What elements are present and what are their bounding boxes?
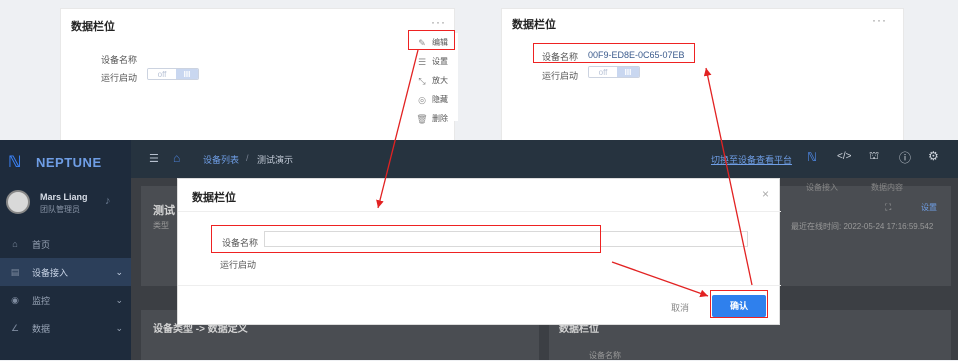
menu-item-delete[interactable]: 🗑 删除: [412, 109, 458, 128]
breadcrumb-item-current: 测试演示: [257, 155, 294, 165]
device-name-label: 设备名称: [101, 55, 138, 65]
right-card: 数据栏位 ··· 设备名称 00F9-ED8E-0C65-07EB 运行启动 o…: [501, 8, 904, 142]
device-icon: ▤: [10, 266, 20, 277]
toggle-on-label: III: [176, 69, 198, 79]
bg-tab-data-content[interactable]: 数据内容: [871, 182, 903, 193]
info-icon[interactable]: ⓘ: [899, 149, 911, 166]
annotation-edit-highlight: [408, 30, 455, 50]
sidebar-item-label: 设备接入: [32, 267, 69, 278]
bg-settings-link[interactable]: 设置: [921, 202, 937, 213]
logo-icon: ℕ: [8, 154, 22, 171]
bg-title: 测试: [153, 205, 175, 217]
data-icon: ∠: [10, 322, 20, 333]
run-start-label: 运行启动: [542, 71, 579, 81]
chevron-down-icon: ⌄: [115, 294, 123, 305]
left-card-title: 数据栏位: [71, 21, 115, 33]
delete-icon: 🗑: [416, 113, 428, 124]
user-name: Mars Liang: [40, 192, 88, 202]
app-logo: NEPTUNE: [36, 155, 102, 170]
annotation-device-name-highlight: [533, 43, 695, 63]
run-start-label: 运行启动: [220, 260, 257, 270]
hide-icon: ◎: [418, 94, 426, 105]
annotation-confirm-highlight: [710, 290, 768, 318]
bg-online-time: 最近在线时间: 2022-05-24 17:16:59.542: [791, 222, 934, 231]
gear-icon[interactable]: ⚙: [928, 149, 939, 163]
neptune-icon[interactable]: ℕ: [807, 150, 817, 164]
annotation-modal-input-highlight: [211, 225, 601, 253]
sidebar: ℕ NEPTUNE Mars Liang 团队管理员 ♪ ⌂ 首页 ▤ 设备接入…: [0, 140, 131, 360]
home-icon[interactable]: ⌂: [173, 151, 180, 165]
bg-expand-icon[interactable]: ⛶: [885, 202, 891, 213]
bell-icon[interactable]: ♪: [105, 195, 111, 207]
more-icon[interactable]: ···: [431, 15, 446, 29]
run-start-label: 运行启动: [101, 73, 138, 83]
sidebar-item-monitor[interactable]: ◉ 监控 ⌄: [0, 286, 131, 314]
toggle-off-label: off: [589, 67, 617, 77]
run-start-toggle[interactable]: off III: [147, 68, 199, 80]
toggle-off-label: off: [148, 69, 176, 79]
sidebar-item-label: 首页: [32, 239, 51, 250]
sidebar-item-label: 数据: [32, 323, 51, 334]
modal-divider: [178, 211, 781, 212]
code-icon[interactable]: </>: [837, 151, 851, 162]
shop-icon[interactable]: ⛫: [869, 150, 879, 164]
user-role: 团队管理员: [40, 205, 80, 214]
breadcrumb-item-device-list[interactable]: 设备列表: [203, 153, 239, 166]
sidebar-item-device-access[interactable]: ▤ 设备接入 ⌄: [0, 258, 131, 286]
menu-item-hide[interactable]: ◎ 隐藏: [412, 90, 458, 109]
menu-label: 删除: [432, 114, 448, 123]
switch-platform-link[interactable]: 切换至设备查看平台: [711, 153, 792, 166]
chevron-down-icon: ⌄: [115, 266, 123, 277]
bg-tab-device-access[interactable]: 设备接入: [806, 182, 838, 193]
modal-footer-divider: [178, 285, 781, 286]
avatar[interactable]: [6, 190, 30, 214]
chevron-down-icon: ⌄: [115, 322, 123, 333]
more-icon[interactable]: ···: [872, 13, 887, 27]
sidebar-item-home[interactable]: ⌂ 首页: [0, 230, 131, 258]
close-icon[interactable]: ×: [762, 187, 769, 201]
monitor-icon: ◉: [11, 294, 19, 305]
settings-icon: ☰: [417, 56, 427, 67]
menu-toggle-icon[interactable]: ☰: [149, 152, 159, 165]
sidebar-item-data[interactable]: ∠ 数据 ⌄: [0, 314, 131, 342]
expand-icon: ⤡: [418, 75, 426, 86]
cancel-button[interactable]: 取消: [671, 301, 689, 314]
top-header: ☰ ⌂ 设备列表 / 测试演示 切换至设备查看平台 ℕ </> ⛫ ⓘ ⚙: [131, 140, 958, 178]
right-card-title: 数据栏位: [512, 19, 556, 31]
breadcrumb-separator: /: [246, 153, 249, 163]
menu-label: 放大: [432, 76, 448, 85]
menu-item-expand[interactable]: ⤡ 放大: [412, 71, 458, 90]
home-icon: ⌂: [12, 239, 18, 249]
menu-label: 设置: [432, 57, 448, 66]
toggle-on-label: III: [617, 67, 639, 77]
left-card: 数据栏位 ··· 设备名称 运行启动 off III: [60, 8, 455, 142]
bg-device-name: 设备名称: [589, 351, 621, 360]
menu-item-settings[interactable]: ☰ 设置: [412, 52, 458, 71]
bg-type: 类型: [153, 221, 169, 230]
sidebar-item-label: 监控: [32, 295, 51, 306]
menu-label: 隐藏: [432, 95, 448, 104]
run-start-toggle[interactable]: off III: [588, 66, 640, 78]
modal-title: 数据栏位: [192, 192, 236, 204]
